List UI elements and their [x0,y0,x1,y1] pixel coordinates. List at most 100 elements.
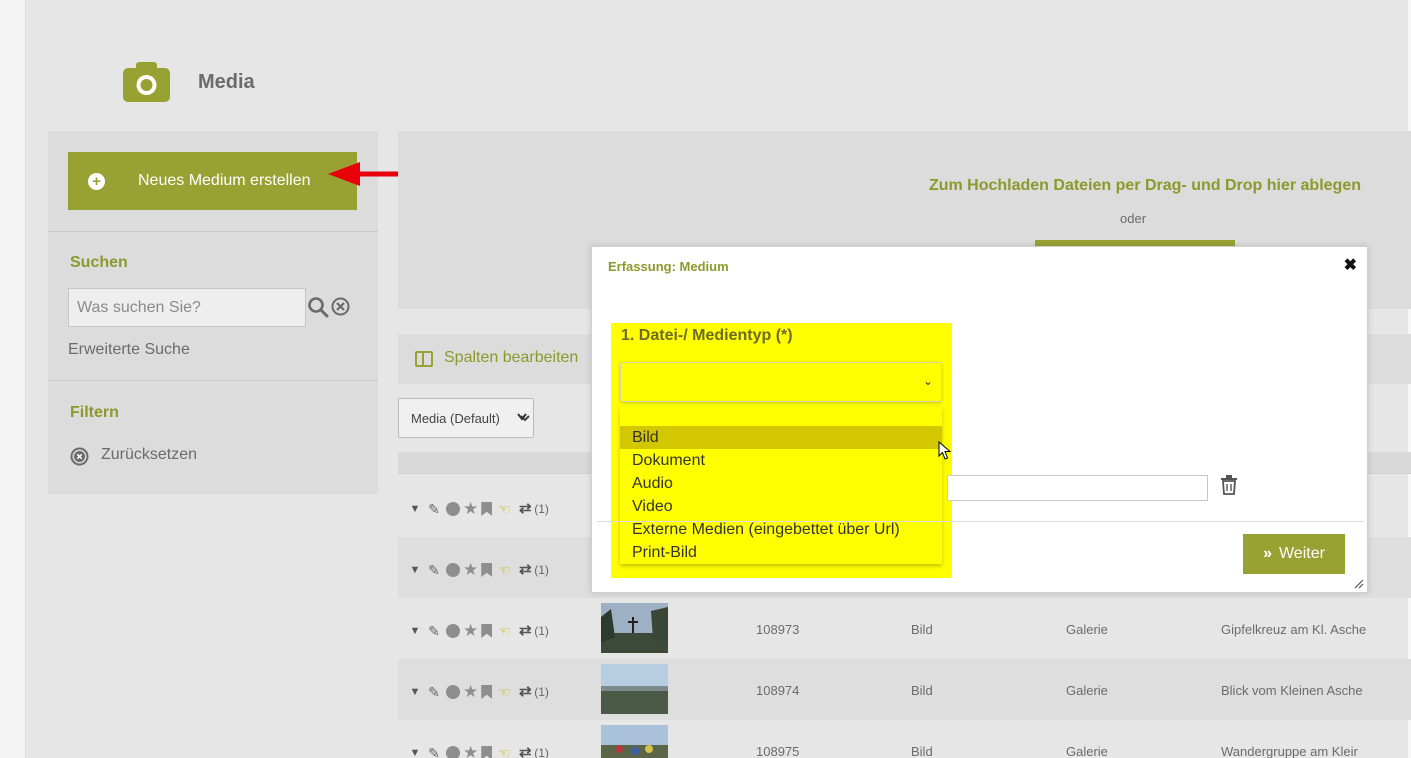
columns-icon[interactable] [415,351,433,367]
double-chevron-right-icon: » [1263,545,1272,562]
hand-icon[interactable]: ☜ [495,501,513,517]
search-input[interactable] [68,288,306,327]
new-medium-label: Neues Medium erstellen [138,172,311,189]
cell-title: Wandergruppe am Kleir [1221,744,1358,758]
retweet-icon[interactable]: ⇄ [516,623,534,639]
cell-category: Galerie [1066,744,1108,758]
resize-handle-icon[interactable] [1354,579,1364,589]
dialog-title: Erfassung: Medium [608,259,729,274]
next-button-label: Weiter [1278,545,1325,562]
edit-icon[interactable]: ✎ [425,501,443,517]
edit-icon[interactable]: ✎ [425,745,443,758]
trash-icon[interactable] [1220,475,1238,495]
option-dokument[interactable]: Dokument [620,449,942,472]
media-type-select[interactable]: ⌄ [620,362,942,402]
cell-id: 108973 [756,622,800,637]
globe-icon[interactable] [446,502,460,516]
media-type-field: 1. Datei-/ Medientyp (*) ⌄ Bild Dokument… [611,323,952,578]
hand-icon[interactable]: ☜ [495,745,513,758]
retweet-icon[interactable]: ⇄ [516,501,534,517]
hand-icon[interactable]: ☜ [495,684,513,700]
clear-search-icon[interactable] [331,297,350,316]
cell-title: Blick vom Kleinen Asche [1221,683,1363,698]
star-icon[interactable]: ★ [463,621,478,641]
thumbnail-image[interactable] [601,664,668,714]
hand-icon[interactable]: ☜ [495,623,513,639]
media-type-label: 1. Datei-/ Medientyp (*) [621,327,793,344]
search-heading: Suchen [70,254,128,271]
thumbnail-image[interactable] [601,603,668,653]
bookmark-icon[interactable] [481,563,493,577]
bookmark-icon[interactable] [481,624,493,638]
bookmark-icon[interactable] [481,502,493,516]
divider [48,380,378,381]
view-select[interactable]: Media (Default) [398,398,534,438]
option-video[interactable]: Video [620,495,942,518]
cell-type: Bild [911,622,933,637]
star-icon[interactable]: ★ [463,499,478,519]
table-row[interactable]: ▼ ✎ ★ ☜ ⇄ (1) 108975 Bild Galerie Wander… [398,720,1411,758]
edit-icon[interactable]: ✎ [425,562,443,578]
cell-id: 108975 [756,744,800,758]
star-icon[interactable]: ★ [463,560,478,580]
media-type-dropdown: Bild Dokument Audio Video Externe Medien… [620,407,942,564]
bookmark-icon[interactable] [481,746,493,758]
expand-caret-icon[interactable]: ▼ [408,501,422,517]
expand-caret-icon[interactable]: ▼ [408,562,422,578]
cell-category: Galerie [1066,622,1108,637]
option-audio[interactable]: Audio [620,472,942,495]
upload-or: oder [1120,211,1147,226]
option-bild[interactable]: Bild [620,426,942,449]
plus-circle-icon: + [88,172,105,190]
edit-columns-link[interactable]: Spalten bearbeiten [444,349,578,367]
search-icon[interactable] [307,296,329,318]
cell-id: 108974 [756,683,800,698]
retweet-icon[interactable]: ⇄ [516,745,534,758]
retweet-icon[interactable]: ⇄ [516,562,534,578]
cell-type: Bild [911,683,933,698]
globe-icon[interactable] [446,624,460,638]
share-count: (1) [534,563,549,577]
thumbnail-image[interactable] [601,725,668,758]
new-medium-button[interactable]: + Neues Medium erstellen [68,152,357,210]
advanced-search-link[interactable]: Erweiterte Suche [68,341,190,359]
filter-heading: Filtern [70,404,119,421]
table-row[interactable]: ▼ ✎ ★ ☜ ⇄ (1) 108973 Bild Galerie Gipfel… [398,598,1411,659]
option-print-bild[interactable]: Print-Bild [620,541,942,564]
share-count: (1) [534,746,549,758]
expand-caret-icon[interactable]: ▼ [408,684,422,700]
camera-icon [123,62,170,102]
upload-title: Zum Hochladen Dateien per Drag- und Drop… [928,177,1361,194]
file-input[interactable] [947,475,1208,501]
cell-type: Bild [911,744,933,758]
divider [597,521,1364,522]
bookmark-icon[interactable] [481,685,493,699]
row-tools: ▼ ✎ ★ ☜ ⇄ (1) [408,499,549,519]
star-icon[interactable]: ★ [463,682,478,702]
chevron-down-icon: ⌄ [922,374,933,388]
globe-icon[interactable] [446,563,460,577]
share-count: (1) [534,624,549,638]
row-tools: ▼ ✎ ★ ☜ ⇄ (1) [408,621,549,641]
table-row[interactable]: ▼ ✎ ★ ☜ ⇄ (1) 108974 Bild Galerie Blick … [398,659,1411,720]
left-rail [0,0,26,758]
retweet-icon[interactable]: ⇄ [516,684,534,700]
cell-title: Gipfelkreuz am Kl. Asche [1221,622,1367,637]
hand-icon[interactable]: ☜ [495,562,513,578]
globe-icon[interactable] [446,746,460,758]
row-tools: ▼ ✎ ★ ☜ ⇄ (1) [408,560,549,580]
row-tools: ▼ ✎ ★ ☜ ⇄ (1) [408,682,549,702]
edit-icon[interactable]: ✎ [425,623,443,639]
close-icon[interactable]: ✖ [1344,255,1357,275]
share-count: (1) [534,685,549,699]
create-medium-dialog: Erfassung: Medium ✖ 1. Datei-/ Medientyp… [591,246,1368,593]
expand-caret-icon[interactable]: ▼ [408,745,422,758]
next-button[interactable]: » Weiter [1243,534,1345,574]
row-tools: ▼ ✎ ★ ☜ ⇄ (1) [408,743,549,758]
globe-icon[interactable] [446,685,460,699]
star-icon[interactable]: ★ [463,743,478,758]
reset-filter-link[interactable]: Zurücksetzen [101,446,197,464]
reset-icon[interactable] [70,447,89,466]
expand-caret-icon[interactable]: ▼ [408,623,422,639]
edit-icon[interactable]: ✎ [425,684,443,700]
